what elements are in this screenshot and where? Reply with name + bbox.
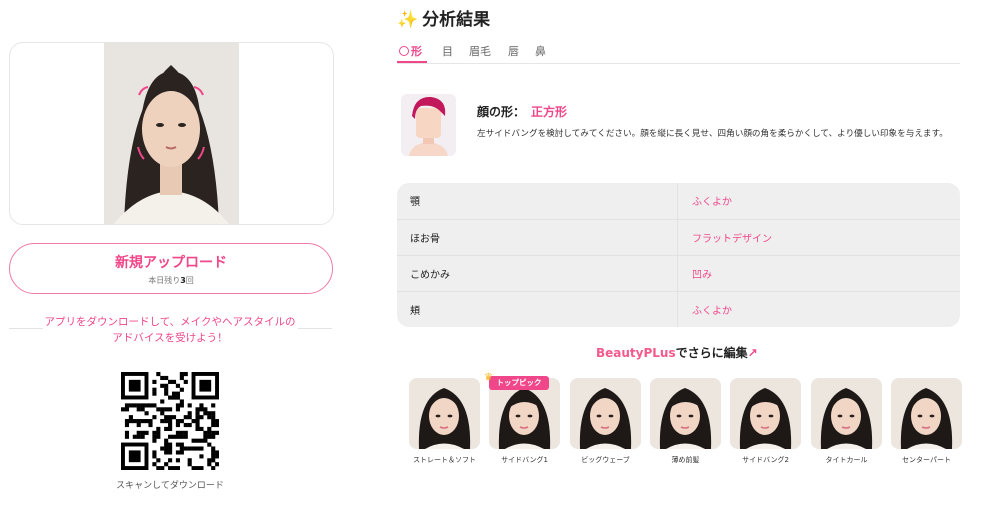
feature-key: こめかみ bbox=[410, 270, 450, 281]
feature-tabs: 形 目 眉毛 唇 鼻 bbox=[397, 41, 960, 64]
hairstyle-list: ♛ トップピック ストレート＆ソフト サイドバング1 ビッグウェーブ 薄め前髪 … bbox=[409, 372, 969, 478]
hairstyle-thumbnail bbox=[891, 378, 962, 449]
face-shape-advice: 左サイドバングを検討してみてください。顔を縦に長く見せ、四角い顔の角を柔らかくし… bbox=[477, 129, 948, 139]
uploaded-face-photo bbox=[104, 43, 239, 224]
upload-quota: 本日残り3回 bbox=[148, 276, 194, 285]
face-outline-icon bbox=[399, 46, 409, 56]
qr-caption: スキャンしてダウンロード bbox=[116, 481, 224, 491]
hairstyle-option-thin-bangs[interactable]: 薄め前髪 bbox=[650, 378, 721, 465]
top-pick-badge: トップピック bbox=[489, 376, 549, 390]
sparkles-icon: ✨ bbox=[397, 10, 419, 30]
tab-shape[interactable]: 形 bbox=[399, 43, 422, 59]
hairstyle-thumbnail bbox=[811, 378, 882, 449]
face-shape-value: 正方形 bbox=[531, 105, 568, 119]
table-row: ほお骨 フラットデザイン bbox=[397, 219, 960, 256]
page-title: ✨ 分析結果 bbox=[397, 10, 491, 30]
hairstyle-label: タイトカール bbox=[825, 456, 868, 464]
beautyplus-logo: BeautyPLus bbox=[596, 346, 676, 360]
face-shape-avatar bbox=[401, 94, 456, 156]
feature-value: フラットデザイン bbox=[692, 234, 772, 245]
active-tab-indicator bbox=[397, 61, 427, 63]
hairstyle-option-big-wave[interactable]: ビッグウェーブ bbox=[570, 378, 641, 465]
hairstyle-option-center-part[interactable]: センターパート bbox=[891, 378, 962, 465]
feature-value: 凹み bbox=[692, 270, 712, 281]
face-shape-label: 顔の形： bbox=[477, 105, 526, 119]
feature-value: ふくよか bbox=[692, 197, 732, 208]
hairstyle-thumbnail bbox=[650, 378, 721, 449]
hairstyle-option-tight-curl[interactable]: タイトカール bbox=[811, 378, 882, 465]
hairstyle-label: ストレート＆ソフト bbox=[413, 456, 476, 464]
beautyplus-edit-link[interactable]: BeautyPLusでさらに編集↗ bbox=[596, 344, 758, 361]
feature-key: 頬 bbox=[410, 306, 420, 317]
tab-lips[interactable]: 唇 bbox=[508, 43, 519, 59]
hairstyle-label: ビッグウェーブ bbox=[581, 456, 630, 464]
table-row: 頬 ふくよか bbox=[397, 291, 960, 327]
feature-key: 顎 bbox=[410, 197, 420, 208]
hairstyle-thumbnail bbox=[409, 378, 480, 449]
hairstyle-label: サイドバング2 bbox=[742, 456, 789, 464]
table-row: 顎 ふくよか bbox=[397, 183, 960, 219]
feature-value: ふくよか bbox=[692, 306, 732, 317]
hairstyle-label: 薄め前髪 bbox=[671, 456, 700, 464]
promo-divider-right bbox=[298, 328, 332, 329]
feature-key: ほお骨 bbox=[410, 234, 440, 245]
download-qr-code bbox=[121, 372, 220, 471]
app-download-promo: アプリをダウンロードして、メイクやヘアスタイルのアドバイスを受けよう！ bbox=[44, 316, 296, 344]
tab-eyebrows[interactable]: 眉毛 bbox=[469, 43, 491, 59]
hairstyle-option-straight-soft[interactable]: ストレート＆ソフト bbox=[409, 378, 480, 465]
hairstyle-thumbnail bbox=[570, 378, 641, 449]
tab-eyes[interactable]: 目 bbox=[442, 43, 453, 59]
promo-divider-left bbox=[9, 328, 43, 329]
new-upload-label: 新規アップロード bbox=[115, 255, 227, 271]
feature-table: 顎 ふくよか ほお骨 フラットデザイン こめかみ 凹み 頬 ふくよか bbox=[397, 183, 960, 327]
hairstyle-label: サイドバング1 bbox=[501, 456, 548, 464]
new-upload-button[interactable]: 新規アップロード 本日残り3回 bbox=[9, 243, 333, 294]
external-arrow-icon: ↗ bbox=[747, 346, 758, 360]
crown-icon: ♛ bbox=[484, 372, 493, 383]
hairstyle-thumbnail bbox=[730, 378, 801, 449]
uploaded-photo-card bbox=[9, 42, 334, 225]
hairstyle-label: センターパート bbox=[902, 456, 951, 464]
hairstyle-option-side-bangs-2[interactable]: サイドバング2 bbox=[730, 378, 801, 465]
tab-nose[interactable]: 鼻 bbox=[535, 43, 546, 59]
table-row: こめかみ 凹み bbox=[397, 255, 960, 292]
hairstyle-option-side-bangs-1[interactable]: サイドバング1 bbox=[489, 378, 560, 465]
